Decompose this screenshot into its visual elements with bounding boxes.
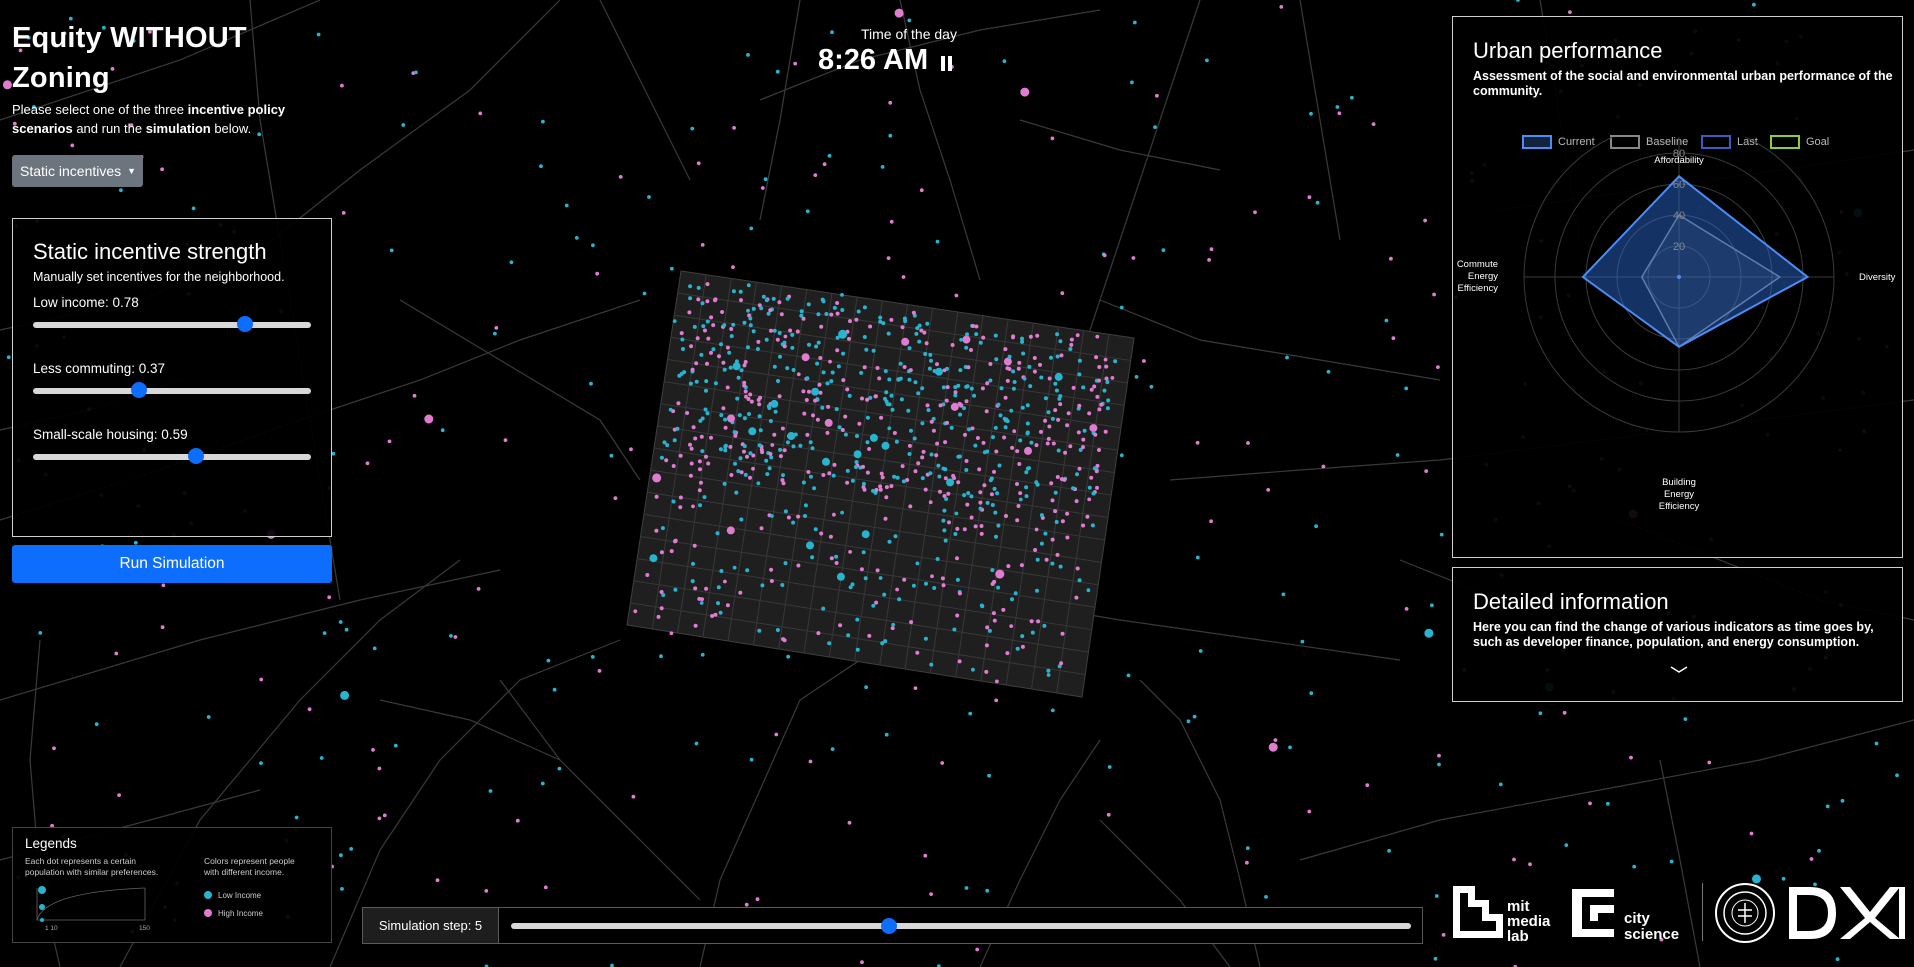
detailed-information-title: Detailed information [1473,589,1669,614]
incentive-panel: Static incentive strength Manually set i… [12,218,332,537]
time-label: Time of the day [861,26,957,42]
dot-scale-tick-left: 1 10 [45,925,58,932]
logo-divider [1702,883,1703,941]
time-value: 8:26 AM [818,44,929,76]
dx-logo [1789,887,1905,939]
legends-right-text-2: with different income. [204,867,285,877]
title-block: Equity WITHOUT Zoning Please select one … [12,18,302,138]
caret-down-icon: ▼ [127,166,136,176]
low-income-track[interactable] [33,322,311,328]
legends-right-text-1: Colors represent people [204,856,295,866]
small-scale-housing-slider-row: Small-scale housing: 0.59 [33,427,311,464]
media-lab-text-3: lab [1507,928,1529,943]
detailed-information-panel: Detailed information Here you can find t… [1452,567,1903,702]
city-science-text-2: science [1624,926,1679,943]
dot-size-scale: 1 10 150 [36,886,150,932]
city-science-logo: city science [1572,889,1679,943]
radar-chart: 20406080100 Affordability Diversity Buil… [1457,137,1896,512]
app-title: Equity WITHOUT Zoning [12,18,302,98]
less-commuting-label: Less commuting: 0.37 [33,361,166,376]
legend-low-income-label: Low Income [218,891,262,900]
chevron-down-icon[interactable] [1669,664,1689,676]
university-seal-logo [1715,883,1775,943]
high-income-dot [204,909,212,917]
low-income-slider-row: Low income: 0.78 [33,295,311,332]
low-income-label: Low income: 0.78 [33,295,139,310]
incentive-panel-title: Static incentive strength [33,239,267,264]
radar-series-current [1581,174,1810,348]
radar-series [1581,174,1810,348]
legends-left-text-1: Each dot represents a certain [25,856,137,866]
scenario-dropdown[interactable]: Static incentives ▼ [12,155,143,187]
subtitle-text-3: below. [210,121,252,136]
app-subtitle: Please select one of the three incentive… [12,100,302,138]
pause-icon[interactable] [941,56,953,71]
run-simulation-button[interactable]: Run Simulation [12,545,332,583]
dot-size-small [40,918,44,922]
dot-size-large [38,886,46,894]
low-income-thumb[interactable] [237,316,253,332]
small-scale-housing-thumb[interactable] [188,448,204,464]
less-commuting-slider-row: Less commuting: 0.37 [33,361,311,398]
mit-media-lab-logo: mit media lab [1453,886,1551,943]
urban-performance-description: Assessment of the social and environment… [1473,69,1893,98]
axis-label-building-3: Efficiency [1659,501,1700,512]
subtitle-bold-2: simulation [145,121,211,136]
subtitle-text-1: Please select one of the three [12,102,188,117]
axis-label-affordability: Affordability [1654,155,1704,166]
axis-label-diversity: Diversity [1859,272,1896,283]
dot-size-medium [39,904,45,910]
logos: mit media lab city science [1450,878,1910,943]
city-science-text-1: city [1624,910,1651,927]
simulation-step-track[interactable] [511,923,1411,929]
legends-panel: Legends Each dot represents a certain po… [12,827,332,943]
scenario-dropdown-label: Static incentives [20,163,122,179]
legends-left-text-2: population with similar preferences. [25,867,159,877]
detailed-information-description: Here you can find the change of various … [1473,620,1874,649]
small-scale-housing-label: Small-scale housing: 0.59 [33,427,188,442]
axis-label-commute-1: Commute [1457,259,1498,270]
urban-performance-panel: Urban performance Assessment of the soci… [1452,16,1903,558]
legend-low-income: Low Income [204,891,261,900]
legend-high-income-label: High Income [218,909,263,918]
axis-label-commute-2: Energy [1468,271,1498,282]
low-income-dot [204,891,212,899]
radar-tick-label: 60 [1673,179,1685,191]
less-commuting-track[interactable] [33,388,311,394]
axis-label-building-2: Energy [1664,489,1694,500]
legends-title: Legends [25,836,77,851]
radar-tick-label: 40 [1673,210,1685,222]
small-scale-housing-track[interactable] [33,454,311,460]
axis-label-building-1: Building [1662,477,1696,488]
simulation-step-control: Simulation step: 5 [362,907,1423,944]
app-title-line-2: Zoning [12,62,110,94]
legend-high-income: High Income [204,909,263,918]
urban-performance-title: Urban performance [1473,38,1663,63]
dot-scale-tick-right: 150 [139,925,150,932]
subtitle-text-2: and run the [72,121,146,136]
axis-label-commute-3: Efficiency [1458,283,1499,294]
incentive-panel-description: Manually set incentives for the neighbor… [33,270,285,284]
simulation-step-label: Simulation step: 5 [363,908,499,943]
radar-tick-label: 20 [1673,241,1685,253]
simulation-step-thumb[interactable] [881,918,897,934]
less-commuting-thumb[interactable] [131,382,147,398]
app-title-line-1: Equity WITHOUT [12,22,247,54]
